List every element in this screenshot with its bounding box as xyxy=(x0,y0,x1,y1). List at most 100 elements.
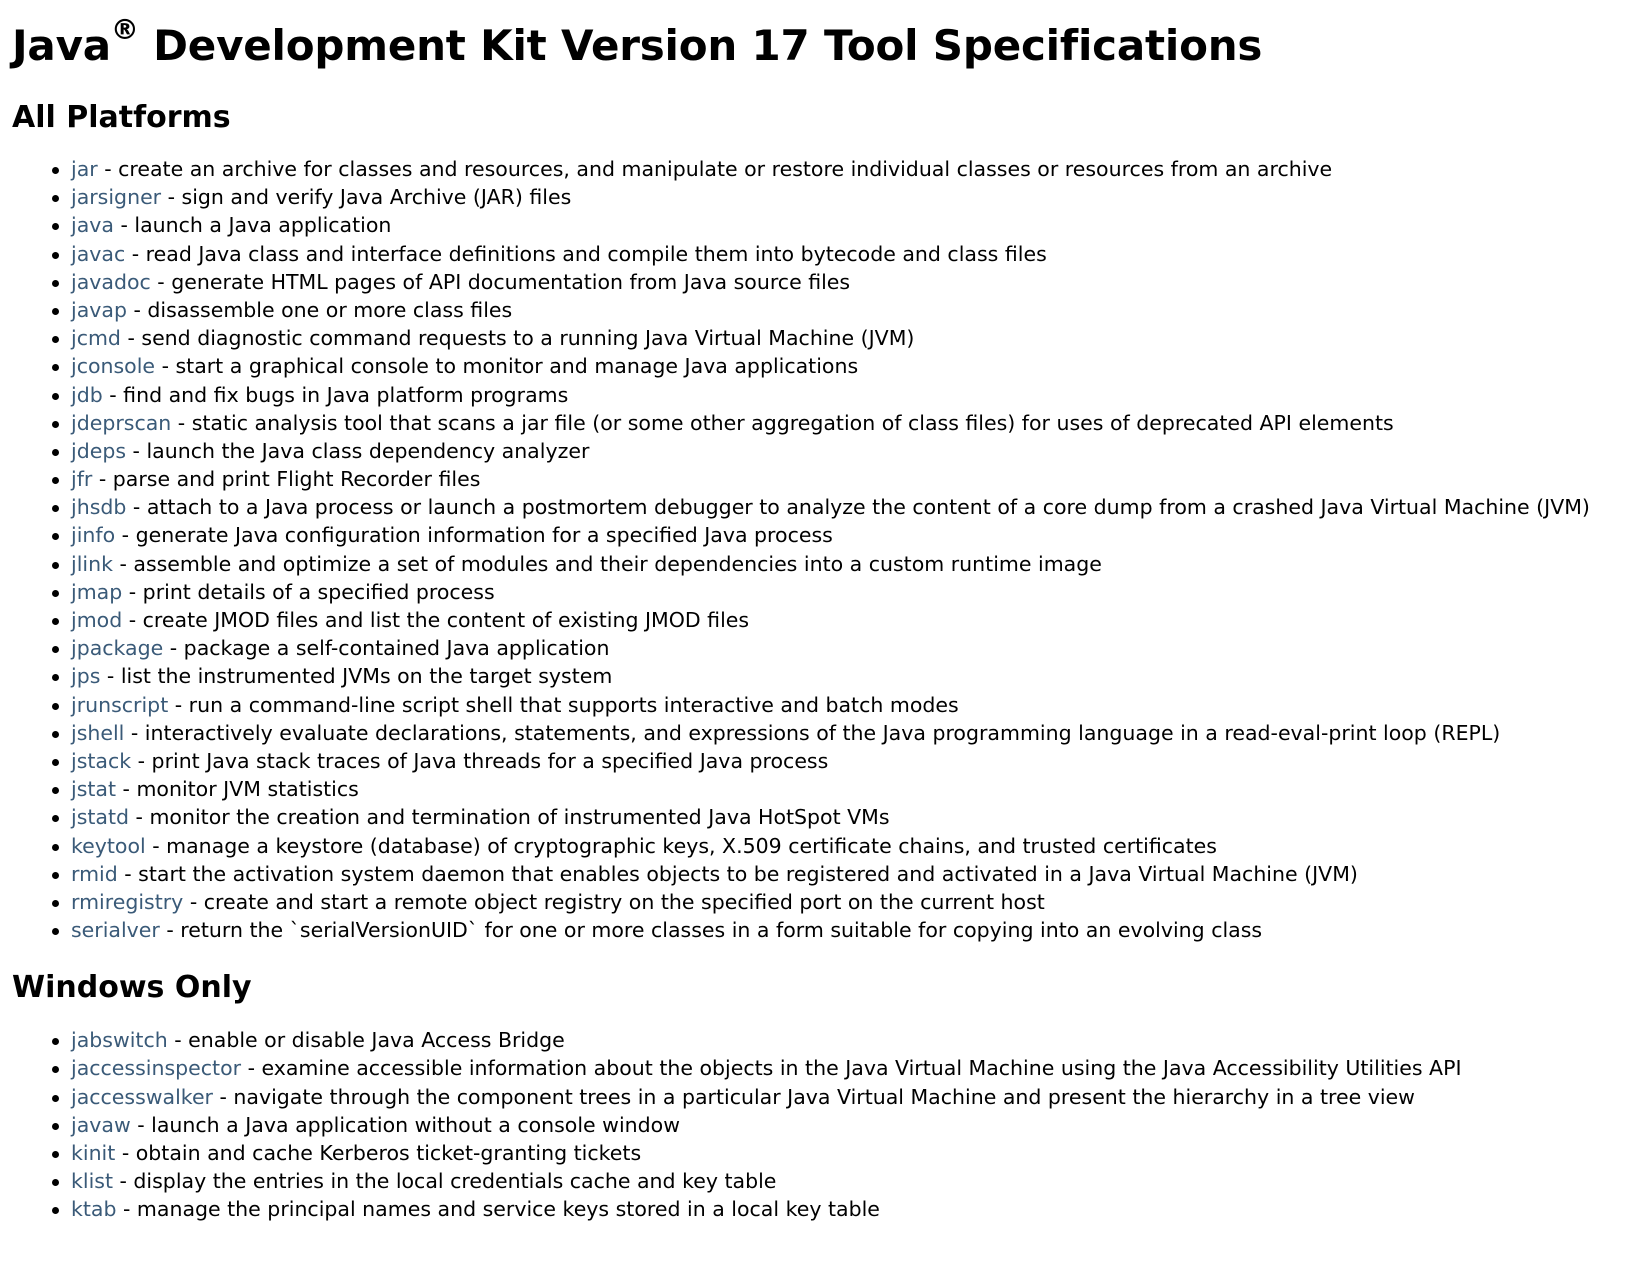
tool-link-jar[interactable]: jar xyxy=(71,157,98,181)
list-item: jhsdb - attach to a Java process or laun… xyxy=(52,493,1642,521)
tool-link-jabswitch[interactable]: jabswitch xyxy=(71,1028,168,1052)
bullet-icon xyxy=(52,1066,59,1074)
tool-description: - enable or disable Java Access Bridge xyxy=(167,1028,565,1053)
list-item: javac - read Java class and interface de… xyxy=(52,240,1642,268)
list-item: jconsole - start a graphical console to … xyxy=(52,352,1642,380)
tool-description: - obtain and cache Kerberos ticket-grant… xyxy=(115,1141,642,1165)
registered-mark: ® xyxy=(110,13,139,46)
list-item: javadoc - generate HTML pages of API doc… xyxy=(52,268,1642,296)
bullet-icon xyxy=(52,899,59,907)
list-item: jps - list the instrumented JVMs on the … xyxy=(52,662,1642,690)
tool-description: - interactively evaluate declarations, s… xyxy=(124,720,1501,745)
tool-link-klist[interactable]: klist xyxy=(71,1169,113,1193)
list-item: jar - create an archive for classes and … xyxy=(52,155,1642,183)
tool-description: - start a graphical console to monitor a… xyxy=(155,354,859,379)
list-item: rmiregistry - create and start a remote … xyxy=(52,888,1642,916)
tool-link-javac[interactable]: javac xyxy=(71,242,125,266)
tool-link-jstack[interactable]: jstack xyxy=(71,749,131,773)
bullet-icon xyxy=(52,758,59,766)
list-item: jinfo - generate Java configuration info… xyxy=(52,521,1642,549)
tool-link-keytool[interactable]: keytool xyxy=(71,834,146,858)
list-item: jaccessinspector - examine accessible in… xyxy=(52,1054,1642,1082)
list-item: jmap - print details of a specified proc… xyxy=(52,578,1642,606)
tool-link-rmid[interactable]: rmid xyxy=(71,862,118,886)
tool-description: - start the activation system daemon tha… xyxy=(117,861,1358,886)
list-item: jlink - assemble and optimize a set of m… xyxy=(52,550,1642,578)
bullet-icon xyxy=(52,392,59,400)
tool-link-java[interactable]: java xyxy=(71,213,114,237)
tool-link-jarsigner[interactable]: jarsigner xyxy=(71,185,161,209)
bullet-icon xyxy=(52,1038,59,1046)
list-item: java - launch a Java application xyxy=(52,211,1642,239)
tool-description: - launch a Java application without a co… xyxy=(130,1112,680,1137)
tool-link-jmap[interactable]: jmap xyxy=(71,580,122,604)
section-heading-windows-only: Windows Only xyxy=(12,970,252,1006)
tool-link-serialver[interactable]: serialver xyxy=(71,918,160,942)
bullet-icon xyxy=(52,1207,59,1215)
tool-link-jdb[interactable]: jdb xyxy=(71,383,103,407)
tool-link-jdeps[interactable]: jdeps xyxy=(71,439,126,463)
tool-link-rmiregistry[interactable]: rmiregistry xyxy=(71,890,183,914)
bullet-icon xyxy=(52,1094,59,1102)
bullet-icon xyxy=(52,702,59,710)
page-title: Java® Development Kit Version 17 Tool Sp… xyxy=(12,16,1642,71)
tool-link-javaw[interactable]: javaw xyxy=(71,1113,131,1137)
list-item: jaccesswalker - navigate through the com… xyxy=(52,1083,1642,1111)
section-heading-all-platforms: All Platforms xyxy=(12,100,231,135)
bullet-icon xyxy=(52,646,59,654)
bullet-icon xyxy=(52,928,59,936)
tool-link-jinfo[interactable]: jinfo xyxy=(71,523,115,547)
tool-link-jconsole[interactable]: jconsole xyxy=(71,354,155,378)
bullet-icon xyxy=(52,1179,59,1187)
tool-description: - print Java stack traces of Java thread… xyxy=(131,748,829,773)
tool-link-jps[interactable]: jps xyxy=(71,664,100,688)
bullet-icon xyxy=(52,1151,59,1158)
bullet-icon xyxy=(52,336,59,344)
list-item: jrunscript - run a command-line script s… xyxy=(52,691,1642,719)
tool-description: - static analysis tool that scans a jar … xyxy=(171,410,1394,435)
tool-description: - find and fix bugs in Java platform pro… xyxy=(102,382,569,407)
list-item: jshell - interactively evaluate declarat… xyxy=(52,719,1642,747)
bullet-icon xyxy=(52,815,59,823)
tool-link-jmod[interactable]: jmod xyxy=(71,608,122,632)
tool-link-jhsdb[interactable]: jhsdb xyxy=(71,495,126,519)
list-item: javaw - launch a Java application withou… xyxy=(52,1111,1642,1139)
tool-link-jcmd[interactable]: jcmd xyxy=(71,326,121,350)
bullet-icon xyxy=(52,674,59,682)
tool-description: - parse and print Flight Recorder files xyxy=(92,467,481,492)
bullet-icon xyxy=(52,1122,59,1130)
tool-link-jstatd[interactable]: jstatd xyxy=(71,805,129,829)
tool-link-jshell[interactable]: jshell xyxy=(71,721,124,745)
tool-link-ktab[interactable]: ktab xyxy=(71,1197,116,1221)
tool-link-jpackage[interactable]: jpackage xyxy=(71,636,163,660)
bullet-icon xyxy=(52,448,59,456)
list-item: javap - disassemble one or more class fi… xyxy=(52,296,1642,324)
list-item: serialver - return the `serialVersionUID… xyxy=(52,916,1642,944)
tool-description: - launch the Java class dependency analy… xyxy=(126,438,590,463)
tool-link-jrunscript[interactable]: jrunscript xyxy=(71,693,168,717)
tool-link-kinit[interactable]: kinit xyxy=(71,1141,115,1165)
tool-description: - print details of a specified process xyxy=(122,579,495,604)
tool-link-jstat[interactable]: jstat xyxy=(71,777,116,801)
list-item: kinit - obtain and cache Kerberos ticket… xyxy=(52,1139,1642,1167)
bullet-icon xyxy=(52,420,59,428)
tool-link-jdeprscan[interactable]: jdeprscan xyxy=(71,411,171,435)
tool-link-jfr[interactable]: jfr xyxy=(71,467,92,491)
tool-link-jlink[interactable]: jlink xyxy=(71,552,113,576)
tool-link-jaccessinspector[interactable]: jaccessinspector xyxy=(71,1056,241,1080)
bullet-icon xyxy=(52,223,59,231)
tool-link-jaccesswalker[interactable]: jaccesswalker xyxy=(71,1085,213,1109)
list-item: jdeps - launch the Java class dependency… xyxy=(52,437,1642,465)
tool-description: - generate HTML pages of API documentati… xyxy=(150,269,851,294)
tool-description: - attach to a Java process or launch a p… xyxy=(126,495,1590,520)
bullet-icon xyxy=(52,251,59,259)
list-item: rmid - start the activation system daemo… xyxy=(52,860,1642,888)
list-item: jstack - print Java stack traces of Java… xyxy=(52,747,1642,775)
tool-description: - list the instrumented JVMs on the targ… xyxy=(100,664,613,689)
list-item: jcmd - send diagnostic command requests … xyxy=(52,324,1642,352)
tool-link-javadoc[interactable]: javadoc xyxy=(71,270,151,294)
bullet-icon xyxy=(52,871,59,879)
tool-description: - create JMOD files and list the content… xyxy=(122,608,750,632)
tool-link-javap[interactable]: javap xyxy=(71,298,127,322)
list-item: jarsigner - sign and verify Java Archive… xyxy=(52,183,1642,211)
